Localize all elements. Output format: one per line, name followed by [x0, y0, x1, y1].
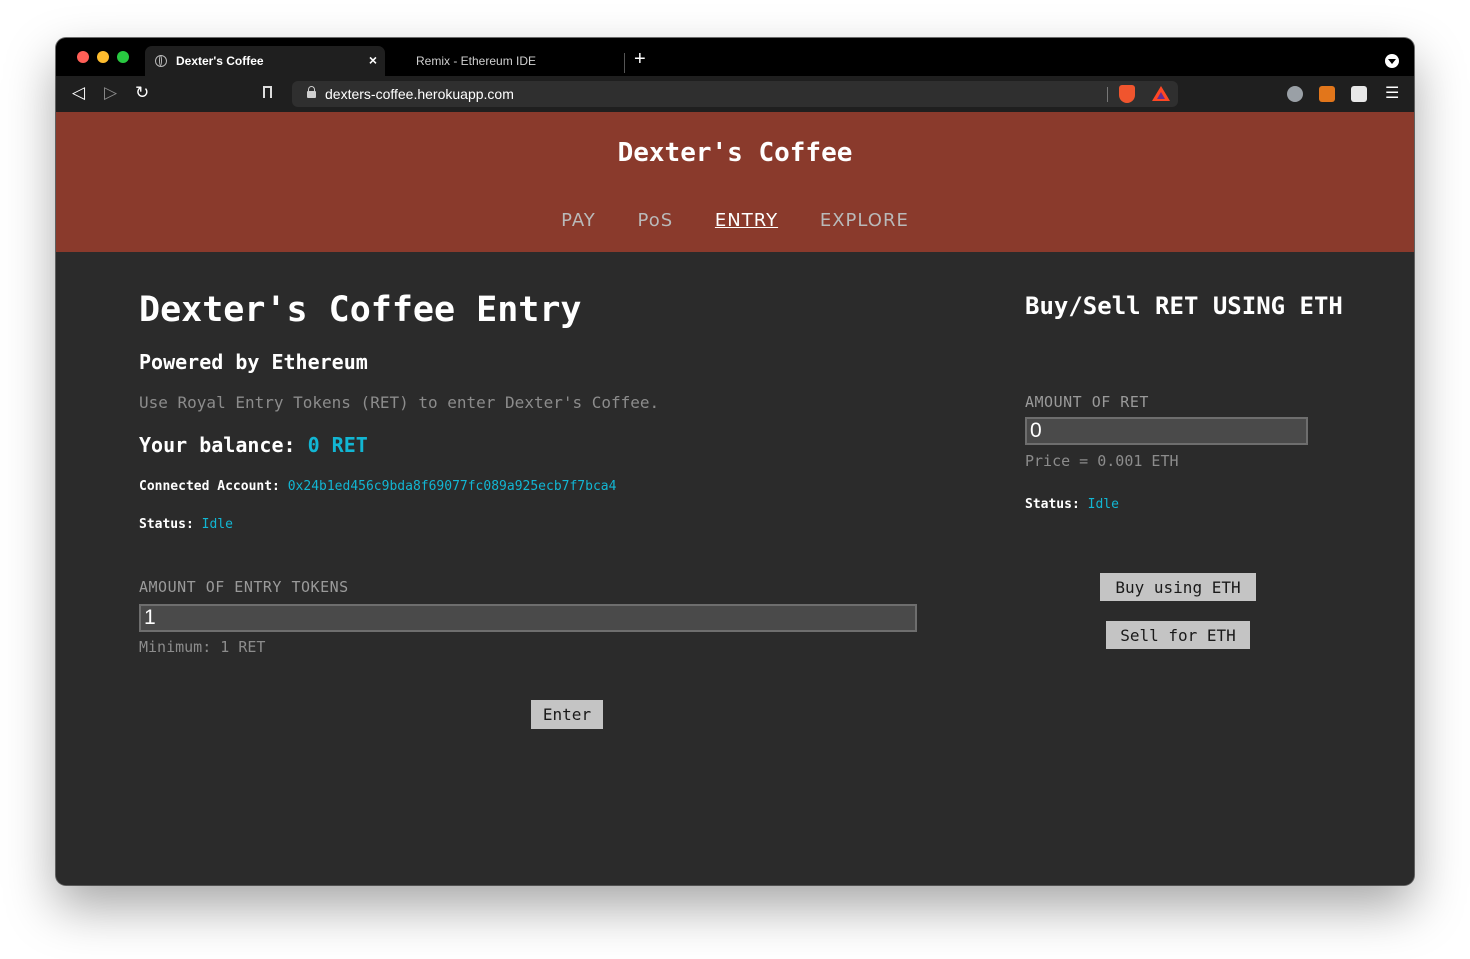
tab-label: Remix - Ethereum IDE [416, 54, 537, 68]
balance-value: 0 RET [307, 433, 368, 457]
puzzle-icon[interactable] [1351, 86, 1367, 102]
minimize-window-button[interactable] [97, 51, 109, 63]
entry-subtitle: Powered by Ethereum [139, 350, 368, 374]
balance-label: Your balance: [139, 433, 296, 457]
entry-status-row: Status: Idle [139, 517, 233, 532]
tab-dexters-coffee[interactable]: Dexter's Coffee × [145, 46, 385, 76]
nav-entry[interactable]: ENTRY [715, 210, 778, 231]
nav-pos[interactable]: PoS [638, 210, 674, 231]
address-bar[interactable]: dexters-coffee.herokuapp.com [292, 81, 1178, 107]
tab-label: Dexter's Coffee [176, 54, 264, 68]
tab-close-icon[interactable]: × [369, 52, 377, 68]
status-label: Status: [1025, 497, 1080, 512]
balance-row: Your balance: 0 RET [139, 433, 368, 457]
tab-strip: Dexter's Coffee × Remix - Ethereum IDE + [56, 38, 1414, 76]
tab-search-button[interactable] [1385, 54, 1399, 68]
web-page: Dexter's Coffee PAY PoS ENTRY EXPLORE De… [56, 112, 1414, 885]
entry-tokens-input[interactable] [139, 604, 917, 632]
site-header: Dexter's Coffee PAY PoS ENTRY EXPLORE [56, 112, 1414, 252]
maximize-window-button[interactable] [117, 51, 129, 63]
exchange-status-row: Status: Idle [1025, 497, 1119, 512]
nav-pay[interactable]: PAY [561, 210, 596, 231]
account-address: 0x24b1ed456c9bda8f69077fc089a925ecb7f7bc… [287, 479, 617, 494]
address-divider [1107, 87, 1108, 102]
reload-icon[interactable]: ↻ [135, 83, 149, 103]
buy-eth-button[interactable]: Buy using ETH [1100, 573, 1256, 601]
new-tab-button[interactable]: + [634, 49, 646, 69]
globe-icon [155, 55, 167, 67]
account-label: Connected Account: [139, 479, 280, 494]
enter-button[interactable]: Enter [531, 700, 603, 729]
site-title: Dexter's Coffee [617, 138, 853, 168]
entry-tokens-label: AMOUNT OF ENTRY TOKENS [139, 578, 349, 596]
brave-shields-icon[interactable] [1119, 85, 1135, 103]
site-nav: PAY PoS ENTRY EXPLORE [56, 210, 1414, 231]
price-text: Price = 0.001 ETH [1025, 452, 1179, 470]
lock-icon [307, 86, 316, 98]
back-icon[interactable]: ◁ [72, 83, 85, 103]
tab-remix[interactable]: Remix - Ethereum IDE [401, 46, 621, 76]
ret-amount-input[interactable] [1025, 417, 1308, 445]
forward-icon[interactable]: ▷ [104, 83, 117, 103]
close-window-button[interactable] [77, 51, 89, 63]
account-row: Connected Account: 0x24b1ed456c9bda8f690… [139, 479, 616, 494]
status-value: Idle [1087, 497, 1119, 512]
bookmark-icon[interactable] [263, 86, 272, 100]
metamask-icon[interactable] [1319, 86, 1335, 102]
browser-window: Dexter's Coffee × Remix - Ethereum IDE +… [56, 38, 1414, 885]
ret-amount-label: AMOUNT OF RET [1025, 393, 1149, 411]
sell-eth-button[interactable]: Sell for ETH [1106, 621, 1250, 649]
url-text[interactable]: dexters-coffee.herokuapp.com [325, 86, 514, 102]
exchange-title: Buy/Sell RET USING ETH [1025, 292, 1343, 320]
nav-explore[interactable]: EXPLORE [820, 210, 909, 231]
entry-tokens-hint: Minimum: 1 RET [139, 638, 266, 656]
status-label: Status: [139, 517, 194, 532]
brave-rewards-icon[interactable] [1152, 86, 1170, 101]
menu-icon[interactable]: ☰ [1385, 83, 1399, 103]
entry-description: Use Royal Entry Tokens (RET) to enter De… [139, 393, 660, 412]
browser-toolbar: ◁ ▷ ↻ dexters-coffee.herokuapp.com ☰ [56, 76, 1414, 112]
entry-title: Dexter's Coffee Entry [139, 290, 582, 330]
extension-icon[interactable] [1287, 86, 1303, 102]
tab-divider [624, 53, 625, 73]
status-value: Idle [201, 517, 233, 532]
